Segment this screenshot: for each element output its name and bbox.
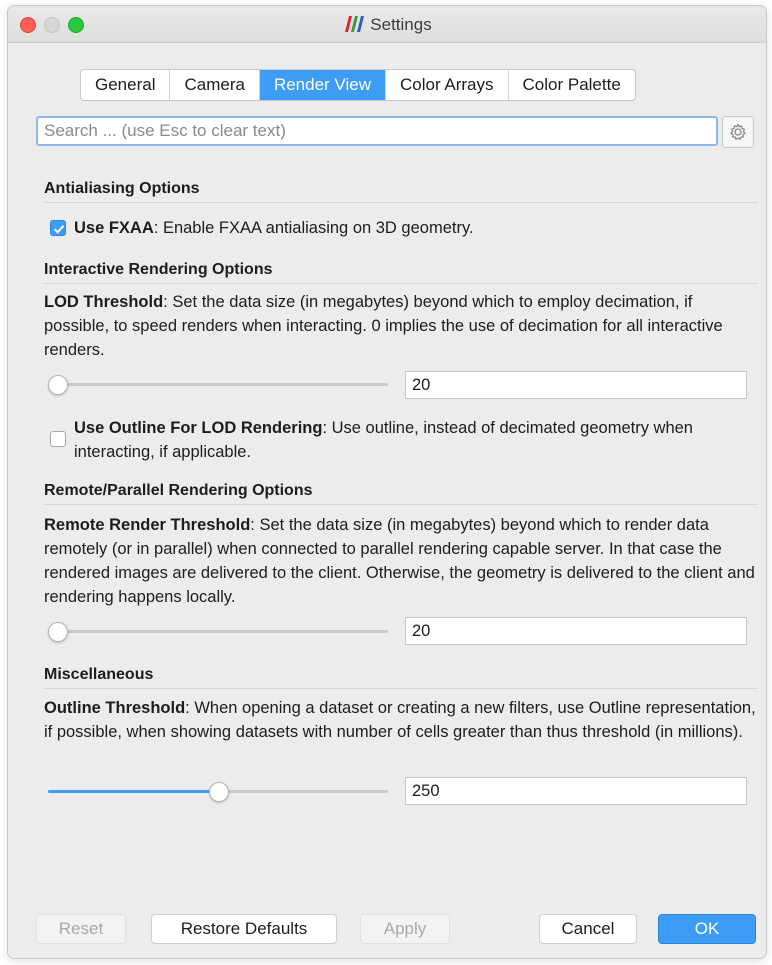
lod-threshold-input[interactable] (405, 371, 747, 399)
section-misc-title: Miscellaneous (44, 666, 154, 683)
lod-threshold-name: LOD Threshold (44, 293, 164, 311)
checkmark-icon (53, 225, 65, 234)
apply-button[interactable]: Apply (360, 914, 450, 944)
slider-fill (48, 790, 218, 793)
tab-color-palette[interactable]: Color Palette (509, 70, 635, 100)
outline-threshold-name: Outline Threshold (44, 699, 186, 717)
outline-threshold-input[interactable] (405, 777, 747, 805)
tab-color-arrays[interactable]: Color Arrays (386, 70, 509, 100)
slider-track (48, 630, 388, 633)
outline-threshold-description: Outline Threshold: When opening a datase… (44, 696, 758, 744)
remote-threshold-slider[interactable] (48, 622, 388, 642)
remote-threshold-name: Remote Render Threshold (44, 516, 251, 534)
section-divider (44, 504, 758, 505)
gear-icon (730, 123, 746, 141)
window-title: Settings (370, 15, 432, 34)
window-title-container: Settings (8, 15, 766, 35)
use-outline-lod-label: Use Outline For LOD Rendering: Use outli… (74, 416, 734, 464)
section-divider (44, 283, 758, 284)
paraview-logo-icon (345, 16, 365, 32)
section-remote-title: Remote/Parallel Rendering Options (44, 482, 313, 499)
title-bar: Settings (8, 6, 766, 43)
advanced-settings-button[interactable] (722, 116, 754, 148)
tab-render-view[interactable]: Render View (259, 70, 386, 100)
slider-handle[interactable] (48, 622, 68, 642)
cancel-button[interactable]: Cancel (539, 914, 637, 944)
reset-button[interactable]: Reset (36, 914, 126, 944)
use-fxaa-checkbox[interactable] (50, 220, 66, 236)
settings-tabs: General Camera Render View Color Arrays … (80, 69, 636, 101)
use-fxaa-name: Use FXAA (74, 219, 154, 237)
use-fxaa-desc: : Enable FXAA antialiasing on 3D geometr… (153, 219, 474, 237)
outline-threshold-slider[interactable] (48, 782, 388, 802)
slider-handle[interactable] (48, 375, 68, 395)
lod-threshold-description: LOD Threshold: Set the data size (in meg… (44, 290, 758, 362)
search-input[interactable] (36, 116, 718, 146)
restore-defaults-button[interactable]: Restore Defaults (151, 914, 337, 944)
search-row (36, 116, 758, 148)
ok-button[interactable]: OK (658, 914, 756, 944)
section-antialiasing-title: Antialiasing Options (44, 180, 200, 197)
section-divider (44, 202, 758, 203)
remote-threshold-input[interactable] (405, 617, 747, 645)
slider-handle[interactable] (209, 782, 229, 802)
settings-window: Settings General Camera Render View Colo… (8, 6, 766, 958)
use-fxaa-label: Use FXAA: Enable FXAA antialiasing on 3D… (74, 216, 754, 240)
tab-general[interactable]: General (81, 70, 171, 100)
use-outline-lod-checkbox[interactable] (50, 431, 66, 447)
tab-camera[interactable]: Camera (170, 70, 260, 100)
section-interactive-title: Interactive Rendering Options (44, 261, 273, 278)
slider-track (48, 383, 388, 386)
remote-threshold-description: Remote Render Threshold: Set the data si… (44, 513, 758, 609)
lod-threshold-slider[interactable] (48, 375, 388, 395)
use-outline-lod-name: Use Outline For LOD Rendering (74, 419, 323, 437)
section-divider (44, 688, 758, 689)
